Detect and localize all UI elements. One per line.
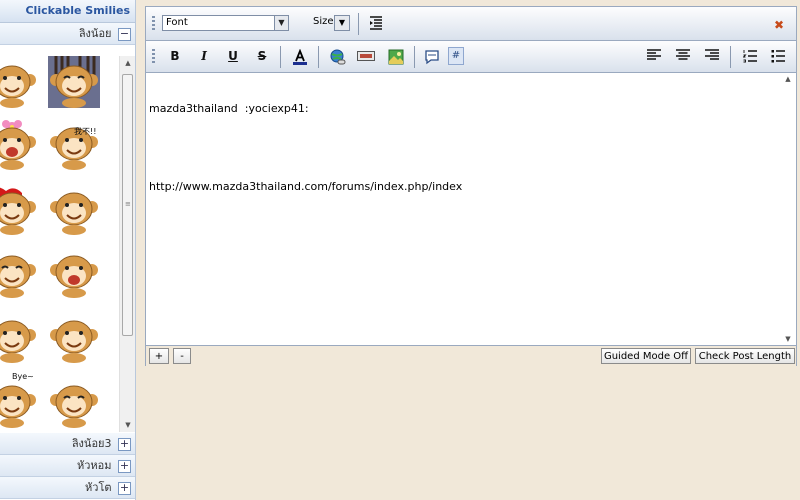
smiley-caption: Bye~ xyxy=(12,372,34,381)
strikethrough-button[interactable]: S xyxy=(252,46,272,66)
category-label: หัวโต xyxy=(85,481,112,494)
bullet-list-icon[interactable] xyxy=(768,46,788,66)
smilies-scrollbar[interactable]: ▲ ≡ ▼ xyxy=(119,56,135,432)
scroll-up-icon[interactable]: ▲ xyxy=(780,75,796,83)
toolbar-divider xyxy=(318,46,319,68)
expand-icon[interactable]: + xyxy=(118,459,131,473)
toolbar-divider xyxy=(414,46,415,68)
category-label: หัวหอม xyxy=(76,459,112,472)
monkey-smiley[interactable] xyxy=(48,56,100,108)
category-monkey[interactable]: ลิงน้อย − xyxy=(0,23,135,45)
shrink-button[interactable]: - xyxy=(173,348,191,364)
align-left-icon[interactable] xyxy=(644,46,664,66)
align-center-icon[interactable] xyxy=(673,46,693,66)
collapse-icon[interactable]: − xyxy=(118,27,131,41)
link-globe-icon[interactable] xyxy=(328,46,348,66)
enlarge-button[interactable]: + xyxy=(149,348,169,364)
toolbar-grip-icon[interactable] xyxy=(152,49,155,63)
toolbar-divider xyxy=(280,46,281,68)
category-monkey3[interactable]: ลิงน้อย3 + xyxy=(0,433,135,455)
scroll-down-icon[interactable]: ▼ xyxy=(780,335,796,343)
category-label: ลิงน้อย3 xyxy=(71,437,112,450)
scroll-down-icon[interactable]: ▼ xyxy=(120,418,136,432)
italic-button[interactable]: I xyxy=(194,46,214,66)
numbered-list-icon[interactable] xyxy=(740,46,760,66)
font-color-icon[interactable] xyxy=(290,46,310,66)
toolbar-format: B I U S # xyxy=(146,41,796,73)
monkey-smiley[interactable] xyxy=(48,246,100,298)
toolbar-top: Font ▼ Size ▼ ✖ xyxy=(146,7,796,41)
expand-icon[interactable]: + xyxy=(118,481,131,495)
editor-line: http://www.mazda3thailand.com/forums/ind… xyxy=(149,180,463,193)
monkey-smiley[interactable] xyxy=(0,246,38,298)
monkey-smiley[interactable] xyxy=(0,311,38,363)
underline-button[interactable]: U xyxy=(223,46,243,66)
editor-bottom-bar: + - Guided Mode Off Check Post Length xyxy=(146,345,796,366)
category-label: ลิงน้อย xyxy=(78,27,112,40)
post-editor: Font ▼ Size ▼ ✖ B I U S # mazda3thailand… xyxy=(145,6,797,366)
category-bighead[interactable]: หัวโต + xyxy=(0,477,135,499)
category-onion[interactable]: หัวหอม + xyxy=(0,455,135,477)
align-right-icon[interactable] xyxy=(702,46,722,66)
expand-icon[interactable]: + xyxy=(118,437,131,451)
bold-button[interactable]: B xyxy=(165,46,185,66)
quote-icon[interactable] xyxy=(422,46,442,66)
code-hash-icon[interactable]: # xyxy=(448,47,464,65)
smilies-panel-title: Clickable Smilies xyxy=(0,0,135,23)
monkey-smiley[interactable] xyxy=(48,183,100,235)
monkey-smiley[interactable] xyxy=(0,56,38,108)
close-icon[interactable]: ✖ xyxy=(774,18,784,32)
message-textarea[interactable]: mazda3thailand :yociexp41: http://www.ma… xyxy=(146,73,796,345)
image-icon[interactable] xyxy=(356,46,376,66)
grip-icon: ≡ xyxy=(125,200,131,208)
font-select[interactable]: Font ▼ xyxy=(162,15,289,31)
indent-icon[interactable] xyxy=(366,13,386,33)
monkey-smiley[interactable] xyxy=(0,118,38,170)
font-select-value: Font xyxy=(166,17,188,28)
smiley-grid: 我不!! Bye~ xyxy=(0,56,119,432)
monkey-smiley[interactable] xyxy=(0,376,38,428)
editor-scrollbar[interactable]: ▲ ▼ xyxy=(780,73,796,345)
smiley-caption: 我不!! xyxy=(74,127,97,136)
monkey-smiley[interactable] xyxy=(0,183,38,235)
smilies-panel: Clickable Smilies ลิงน้อย − 我不!! Bye~ ▲ ≡… xyxy=(0,0,136,500)
guided-mode-button[interactable]: Guided Mode Off xyxy=(601,348,691,364)
monkey-smiley[interactable] xyxy=(48,376,100,428)
toolbar-grip-icon[interactable] xyxy=(152,16,155,30)
scroll-thumb[interactable]: ≡ xyxy=(122,74,133,336)
picture-icon[interactable] xyxy=(386,46,406,66)
editor-line: mazda3thailand :yociexp41: xyxy=(149,102,309,115)
monkey-smiley[interactable] xyxy=(48,311,100,363)
chevron-down-icon[interactable]: ▼ xyxy=(334,15,350,31)
chevron-down-icon[interactable]: ▼ xyxy=(274,16,288,30)
scroll-up-icon[interactable]: ▲ xyxy=(120,56,136,70)
toolbar-divider xyxy=(730,46,731,68)
toolbar-divider xyxy=(358,13,359,35)
size-select-value: Size xyxy=(313,16,334,27)
check-post-length-button[interactable]: Check Post Length xyxy=(695,348,795,364)
